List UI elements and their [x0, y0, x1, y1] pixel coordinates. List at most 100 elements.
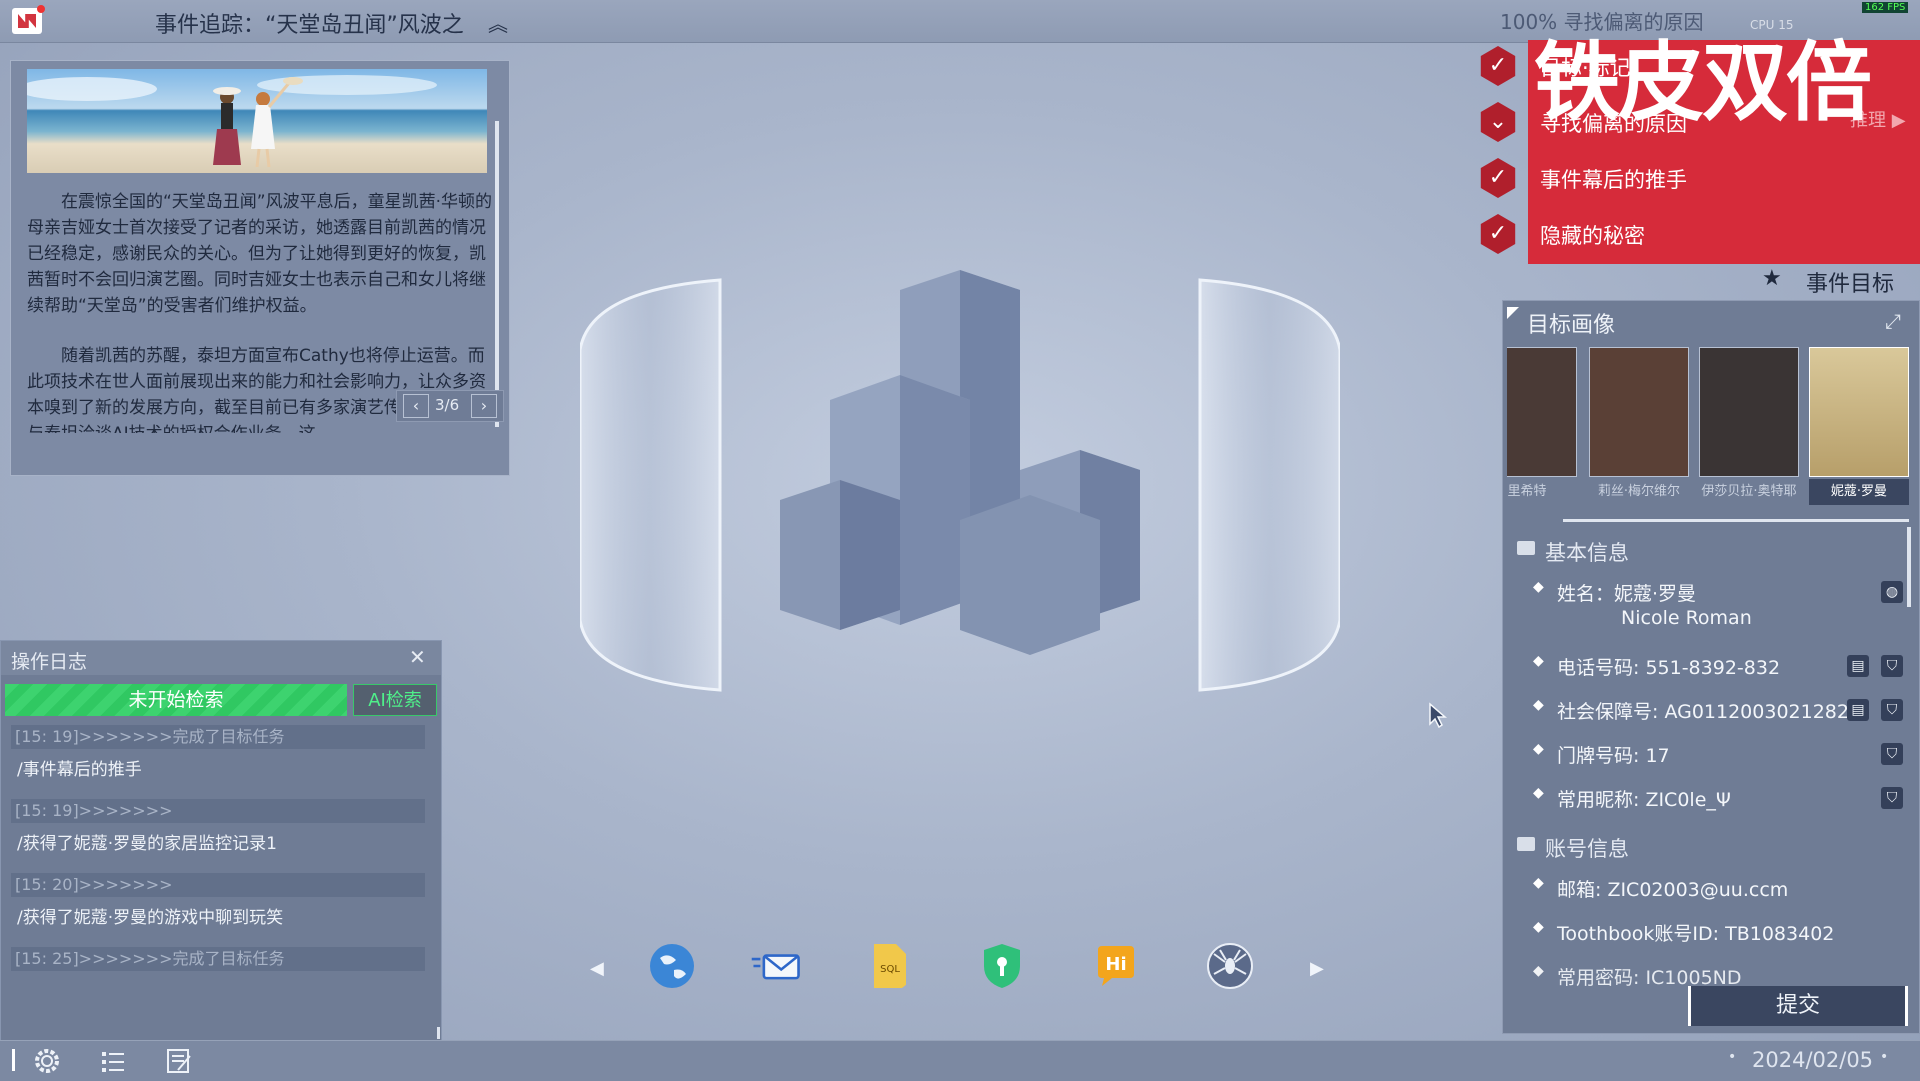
spider-icon[interactable] [1204, 940, 1256, 992]
document-icon[interactable]: ▤ [1847, 655, 1869, 677]
expand-icon[interactable]: ⤢ [1885, 309, 1901, 333]
phone-field: ◆ 电话号码: 551-8392-832 [1533, 653, 1781, 679]
ai-search-button[interactable]: AI检索 [353, 684, 437, 716]
bullet-icon: ◆ [1533, 919, 1544, 935]
log-time: [15: 19]>>>>>>> [11, 799, 425, 823]
email-field: ◆ 邮箱: ZIC02003@uu.ccm [1533, 875, 1789, 901]
submit-button[interactable]: 提交 [1688, 986, 1908, 1026]
check-icon: ✓ [1480, 46, 1516, 86]
objective-item[interactable]: ✓ 事件幕后的推手 [1470, 152, 1920, 208]
name-field: ◆ 姓名：妮蔻·罗曼 [1533, 579, 1697, 605]
close-icon[interactable]: ✕ [409, 645, 426, 669]
ssn-field: ◆ 社会保障号: AG01120030212824 [1533, 697, 1862, 723]
log-time: [15: 25]>>>>>>>完成了目标任务 [11, 947, 425, 971]
date-display: 2024/02/05 [1752, 1048, 1874, 1072]
log-time: [15: 20]>>>>>>> [11, 873, 425, 897]
objective-label: 隐藏的秘密 [1528, 208, 1920, 264]
portrait-card-selected[interactable] [1809, 347, 1909, 477]
next-page-button[interactable]: › [471, 394, 497, 418]
bullet-icon: ◆ [1533, 579, 1544, 595]
news-paragraph: 在震惊全国的“天堂岛丑闻”风波平息后，童星凯茜·华顿的母亲吉娅女士首次接受了记者… [27, 192, 493, 316]
log-message: /事件幕后的推手 [17, 760, 142, 780]
list-icon[interactable] [98, 1046, 128, 1076]
operation-log-panel: 操作日志 ✕ 未开始检索 AI检索 [15: 19]>>>>>>>完成了目标任务… [0, 640, 442, 1042]
dock-prev-arrow-icon[interactable]: ◀ [590, 958, 604, 979]
log-entry: [15: 20]>>>>>>> /获得了妮蔻·罗曼的游戏中聊到玩笑 [11, 873, 425, 933]
notes-icon[interactable] [164, 1046, 194, 1076]
log-time: [15: 19]>>>>>>>完成了目标任务 [11, 725, 425, 749]
bullet-icon: ◆ [1533, 697, 1544, 713]
info-section[interactable]: 基本信息 ◆ 姓名：妮蔻·罗曼 Nicole Roman ◍ ◆ 电话号码: 5… [1509, 527, 1909, 1027]
check-icon: ✓ [1480, 158, 1516, 198]
app-dock: ◀ SQL Hi ▶ [590, 940, 1330, 1000]
check-icon: ✓ [1480, 214, 1516, 254]
basic-info-heading: 基本信息 [1517, 537, 1629, 567]
svg-text:SQL: SQL [880, 964, 900, 975]
log-message: /获得了妮蔻·罗曼的家居监控记录1 [17, 834, 277, 854]
mouse-cursor-icon [1429, 702, 1448, 728]
log-title: 操作日志 [11, 651, 88, 673]
bullet-icon: ◆ [1533, 741, 1544, 757]
corner-marker-icon [1507, 307, 1519, 319]
woman-figure-left [213, 87, 241, 165]
dock-next-arrow-icon[interactable]: ▶ [1310, 958, 1324, 979]
news-scrollbar[interactable] [495, 121, 499, 427]
shield-icon[interactable]: ⛉ [1881, 743, 1903, 765]
prev-page-button[interactable]: ‹ [403, 394, 429, 418]
svg-text:Hi: Hi [1105, 954, 1126, 975]
bottom-bar: • 2024/02/05 • [0, 1040, 1920, 1081]
toothbook-id-field: ◆ Toothbook账号ID: TB1083402 [1533, 919, 1835, 945]
app-logo-icon[interactable] [12, 5, 45, 34]
log-entry: [15: 19]>>>>>>> /获得了妮蔻·罗曼的家居监控记录1 [11, 799, 425, 859]
news-pager: ‹ 3/6 › [396, 390, 504, 422]
event-goal-label: 事件目标 [1806, 272, 1895, 297]
log-message: /获得了妮蔻·罗曼的游戏中聊到玩笑 [17, 908, 284, 928]
bullet-icon: ◆ [1533, 653, 1544, 669]
log-list[interactable]: [15: 19]>>>>>>>完成了目标任务 /事件幕后的推手 [15: 19]… [11, 725, 425, 1029]
bullet-icon: ◆ [1533, 963, 1544, 979]
door-number-field: ◆ 门牌号码: 17 [1533, 741, 1670, 767]
info-scrollbar[interactable] [1907, 527, 1911, 607]
objective-label: 事件幕后的推手 [1528, 152, 1920, 208]
log-header: 操作日志 ✕ [1, 641, 441, 675]
log-scrollbar[interactable] [437, 1027, 440, 1039]
shield-key-icon[interactable] [976, 940, 1028, 992]
globe-icon[interactable] [646, 940, 698, 992]
chevron-down-icon: ⌄ [1480, 102, 1516, 142]
portrait-name: 妮蔻·罗曼 [1809, 479, 1909, 505]
page-indicator: 3/6 [435, 396, 460, 414]
portrait-card[interactable] [1507, 347, 1577, 477]
nickname-field: ◆ 常用昵称: ZIC0le_Ψ [1533, 785, 1731, 811]
document-icon[interactable]: ▤ [1847, 699, 1869, 721]
mail-icon[interactable] [750, 940, 802, 992]
target-profile-panel: 目标画像 ⤢ 里希特 莉丝·梅尔维尔 伊莎贝拉·奥特耶 妮蔻·罗曼 基本信息 ◆… [1502, 300, 1920, 1034]
globe-small-icon[interactable]: ◍ [1881, 581, 1903, 603]
shield-icon[interactable]: ⛉ [1881, 699, 1903, 721]
search-progress-bar: 未开始检索 [5, 684, 347, 716]
portrait-strip: 里希特 莉丝·梅尔维尔 伊莎贝拉·奥特耶 妮蔻·罗曼 [1507, 347, 1915, 511]
id-card-icon [1517, 541, 1535, 555]
shield-icon[interactable]: ⛉ [1881, 655, 1903, 677]
portrait-card[interactable] [1589, 347, 1689, 477]
target-panel-title: 目标画像 [1527, 313, 1616, 338]
watermark-text: 铁皮双倍 [1534, 33, 1872, 133]
event-title: 事件追踪：“天堂岛丑闻”风波之 [155, 13, 464, 38]
portrait-card[interactable] [1699, 347, 1799, 477]
portrait-name: 伊莎贝拉·奥特耶 [1701, 484, 1797, 499]
log-entry: [15: 19]>>>>>>>完成了目标任务 /事件幕后的推手 [11, 725, 425, 785]
portrait-scrollbar[interactable] [1563, 519, 1909, 522]
bullet-icon: ◆ [1533, 875, 1544, 891]
gear-icon[interactable] [32, 1046, 62, 1076]
city-emblem-icon [580, 270, 1340, 692]
objective-item[interactable]: ✓ 隐藏的秘密 [1470, 208, 1920, 264]
collapse-chevron-icon[interactable]: ︽ [488, 8, 508, 37]
hi-chat-icon[interactable]: Hi [1090, 940, 1142, 992]
sql-file-icon[interactable]: SQL [862, 940, 914, 992]
star-icon: ★ [1762, 266, 1782, 291]
portrait-name: 里希特 [1507, 484, 1547, 499]
log-entry: [15: 25]>>>>>>>完成了目标任务 [11, 947, 425, 971]
shield-icon[interactable]: ⛉ [1881, 787, 1903, 809]
bar-marker [12, 1049, 15, 1071]
dot-icon: • [1880, 1049, 1889, 1065]
portrait-name: 莉丝·梅尔维尔 [1597, 484, 1681, 499]
